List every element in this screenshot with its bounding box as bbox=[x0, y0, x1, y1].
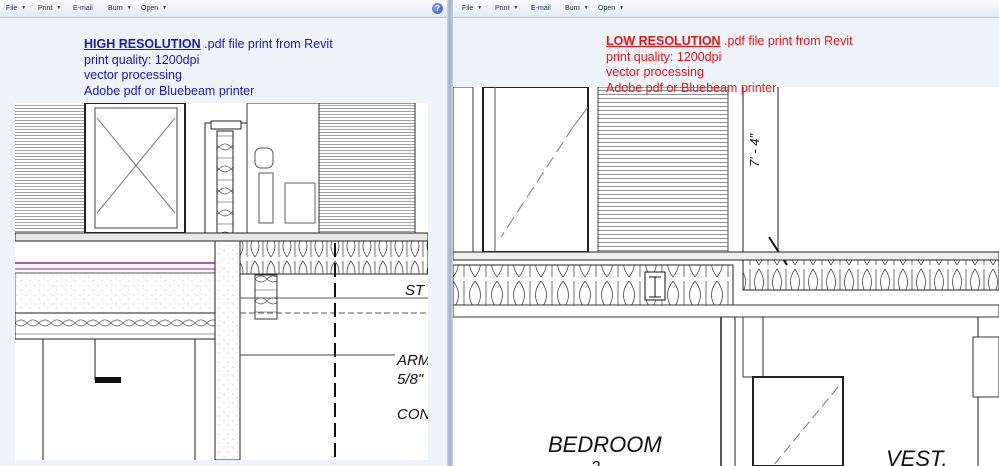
high-res-line3: vector processing bbox=[84, 68, 182, 82]
label-arm: ARM bbox=[396, 352, 428, 369]
email-button[interactable]: E-mail bbox=[73, 0, 93, 17]
burn-menu-right[interactable]: Burn ▼ bbox=[565, 0, 589, 17]
high-res-title: HIGH RESOLUTION bbox=[84, 37, 201, 51]
low-res-line2: print quality: 1200dpi bbox=[606, 49, 722, 64]
high-res-line2: print quality: 1200dpi bbox=[84, 52, 200, 67]
left-toolbar: File ▼ Print ▼ E-mail Burn ▼ Open ▼ ? bbox=[0, 0, 447, 18]
right-toolbar: File ▼ Print ▼ E-mail Burn ▼ Open ▼ bbox=[453, 0, 999, 18]
chevron-down-icon: ▼ bbox=[162, 5, 168, 11]
chevron-down-icon: ▼ bbox=[21, 5, 27, 11]
open-menu-right[interactable]: Open ▼ bbox=[598, 0, 624, 17]
label-con: CON bbox=[397, 406, 428, 423]
burn-menu-label: Burn bbox=[108, 5, 123, 12]
high-res-title-rest: .pdf file print from Revit bbox=[200, 37, 333, 51]
chevron-down-icon: ▼ bbox=[619, 5, 625, 11]
chevron-down-icon: ▼ bbox=[56, 5, 62, 11]
low-res-line4: Adobe pdf or Bluebeam printer bbox=[606, 80, 777, 95]
low-res-drawing-svg: 7' - 4" BEDROOM 2 VEST. bbox=[453, 87, 999, 466]
high-res-note: HIGH RESOLUTION .pdf file print from Rev… bbox=[84, 37, 333, 99]
left-viewer-pane: File ▼ Print ▼ E-mail Burn ▼ Open ▼ ? HIGH R… bbox=[0, 0, 447, 466]
file-menu[interactable]: File ▼ bbox=[6, 0, 26, 17]
label-height: 7' - 4" bbox=[747, 133, 762, 167]
low-res-line3: vector processing bbox=[606, 65, 704, 79]
low-res-note: LOW RESOLUTION .pdf file print from Revi… bbox=[606, 34, 853, 96]
low-res-title: LOW RESOLUTION bbox=[606, 34, 721, 48]
label-vest: VEST. bbox=[886, 446, 948, 466]
open-menu-right-label: Open bbox=[598, 5, 616, 12]
print-menu-label: Print bbox=[38, 5, 53, 12]
chevron-down-icon: ▼ bbox=[513, 5, 519, 11]
chevron-down-icon: ▼ bbox=[477, 5, 483, 11]
help-icon[interactable]: ? bbox=[432, 3, 443, 14]
label-bedroom-num: 2 bbox=[590, 459, 600, 466]
chevron-down-icon: ▼ bbox=[126, 5, 132, 11]
print-menu[interactable]: Print ▼ bbox=[38, 0, 61, 17]
email-button-right[interactable]: E-mail bbox=[531, 0, 551, 17]
right-viewer-pane: 7' - 4" BEDROOM 2 VEST. File▼ Print▼ bbox=[453, 0, 999, 466]
open-menu-label: Open bbox=[141, 5, 159, 12]
print-menu-right-label: Print bbox=[495, 5, 510, 12]
open-menu[interactable]: Open ▼ bbox=[141, 0, 167, 17]
label-bedroom: BEDROOM bbox=[548, 432, 662, 457]
file-menu-label: File bbox=[6, 5, 18, 12]
burn-menu[interactable]: Burn ▼ bbox=[108, 0, 132, 17]
low-res-drawing: 7' - 4" BEDROOM 2 VEST. bbox=[453, 87, 999, 466]
high-res-line4: Adobe pdf or Bluebeam printer bbox=[84, 83, 255, 98]
high-res-drawing: ST ARM 5/8" CON bbox=[15, 103, 428, 460]
file-menu-right[interactable]: File ▼ bbox=[462, 0, 482, 17]
print-menu-right[interactable]: Print ▼ bbox=[495, 0, 518, 17]
burn-menu-right-label: Burn bbox=[565, 5, 580, 12]
file-menu-right-label: File bbox=[462, 5, 474, 12]
email-button-right-label: E-mail bbox=[531, 5, 551, 12]
low-res-title-rest: .pdf file print from Revit bbox=[720, 34, 853, 48]
chevron-down-icon: ▼ bbox=[583, 5, 589, 11]
email-button-label: E-mail bbox=[73, 5, 93, 12]
label-dim: 5/8" bbox=[397, 371, 424, 388]
label-st: ST bbox=[405, 282, 426, 299]
high-res-drawing-svg: ST ARM 5/8" CON bbox=[15, 103, 428, 460]
